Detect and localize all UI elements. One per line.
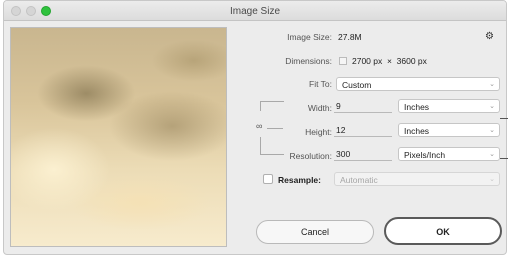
- height-unit-value: Inches: [404, 126, 430, 136]
- gear-icon[interactable]: ⚙: [485, 31, 497, 42]
- resample-checkbox[interactable]: [263, 174, 273, 184]
- chevron-down-icon: ⌄: [489, 151, 495, 158]
- height-input[interactable]: 12: [334, 124, 392, 137]
- resolution-unit-value: Pixels/Inch: [404, 150, 446, 160]
- resolution-label: Resolution:: [289, 151, 332, 161]
- resample-method-value: Automatic: [340, 175, 378, 185]
- width-unit-select[interactable]: Inches ⌄: [398, 99, 500, 113]
- dimensions-dropdown-icon[interactable]: [339, 57, 347, 65]
- image-preview[interactable]: [10, 27, 227, 247]
- chevron-down-icon: ⌄: [489, 127, 495, 134]
- cancel-button[interactable]: Cancel: [256, 220, 374, 244]
- resolution-marker: [500, 158, 508, 159]
- width-input[interactable]: 9: [334, 100, 392, 113]
- fit-to-select[interactable]: Custom ⌄: [336, 77, 500, 91]
- chevron-down-icon: ⌄: [489, 103, 495, 110]
- resample-method-select[interactable]: Automatic ⌄: [334, 172, 500, 186]
- resample-label: Resample:: [278, 175, 321, 185]
- chevron-down-icon: ⌄: [489, 176, 495, 183]
- window-title: Image Size: [229, 6, 281, 17]
- ok-button[interactable]: OK: [384, 217, 502, 245]
- resolution-unit-select[interactable]: Pixels/Inch ⌄: [398, 147, 500, 161]
- image-size-value: 27.8M: [338, 32, 362, 42]
- fit-to-value: Custom: [342, 80, 372, 90]
- chevron-down-icon: ⌄: [489, 81, 495, 88]
- fit-to-label: Fit To:: [309, 79, 332, 89]
- dimensions-value: 2700 px × 3600 px: [352, 56, 427, 66]
- title-bar: Image Size: [4, 1, 506, 21]
- height-unit-select[interactable]: Inches ⌄: [398, 123, 500, 137]
- width-marker: [500, 118, 508, 119]
- width-unit-value: Inches: [404, 102, 430, 112]
- image-size-label: Image Size:: [287, 32, 332, 42]
- height-label: Height:: [305, 127, 332, 137]
- width-label: Width:: [307, 103, 332, 113]
- resolution-input[interactable]: 300: [334, 148, 392, 161]
- dimensions-label: Dimensions:: [285, 56, 332, 66]
